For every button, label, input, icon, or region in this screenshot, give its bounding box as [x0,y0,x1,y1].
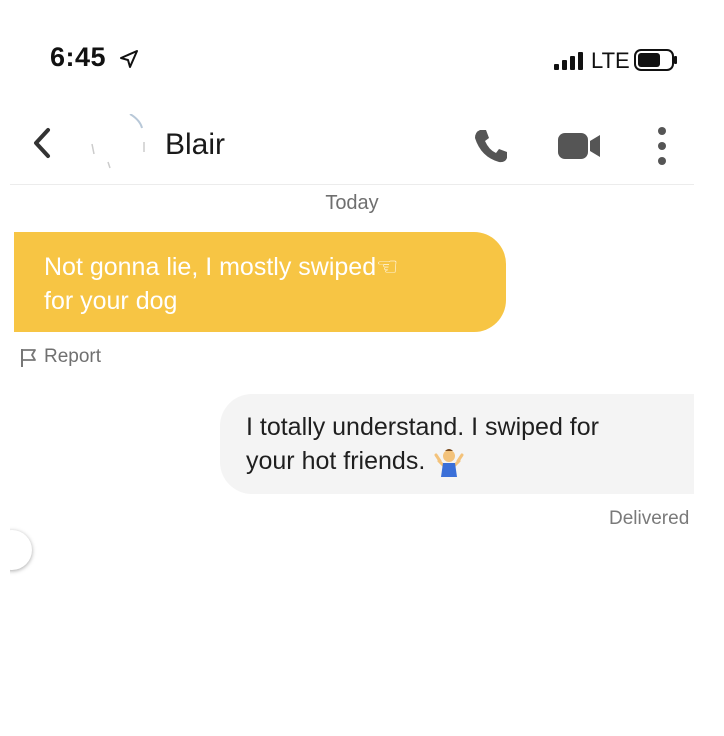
shrug-emoji-icon [434,449,464,478]
incoming-message-line2: for your dog [44,287,178,315]
avatar[interactable] [80,114,156,174]
outgoing-message-bubble[interactable]: I totally understand. I swiped for your … [220,394,694,494]
back-chevron-icon[interactable] [30,126,54,160]
delivery-status: Delivered [609,508,690,529]
incoming-message-text: Not gonna lie, I mostly swiped☜ for your… [44,250,494,318]
battery-icon [634,49,677,71]
side-scroll-handle[interactable] [10,530,32,570]
report-label: Report [44,346,102,367]
status-bar: 6:45 LTE [10,14,694,84]
outgoing-message-line2: your hot friends. [246,447,426,475]
incoming-message-bubble[interactable]: Not gonna lie, I mostly swiped☜ for your… [14,232,506,332]
video-camera-icon[interactable] [556,130,602,162]
chat-header: Blair [10,100,694,185]
chat-screen: 6:45 LTE Blair Today Not gonna lie, I mo… [10,14,694,664]
signal-bars-icon [554,52,583,70]
status-time: 6:45 [50,42,107,72]
location-arrow-icon [120,50,138,68]
outgoing-message-line1: I totally understand. I swiped for [246,413,599,441]
outgoing-message-text: I totally understand. I swiped for your … [246,410,686,478]
flag-icon [21,349,36,367]
network-type: LTE [591,48,630,73]
contact-name[interactable]: Blair [165,128,225,162]
more-vertical-icon[interactable] [654,126,670,166]
incoming-message-line1: Not gonna lie, I mostly swiped☜ [44,253,399,281]
phone-icon[interactable] [471,126,511,166]
date-separator: Today [325,192,379,214]
